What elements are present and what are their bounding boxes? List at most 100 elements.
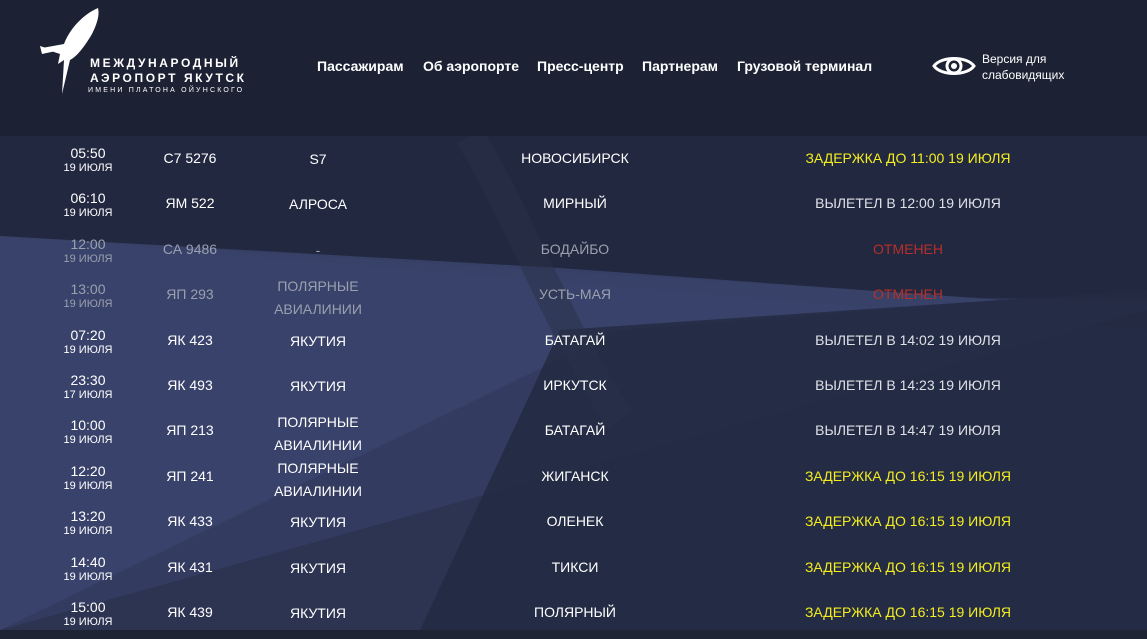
departure-time-cell: 14:40 19 ИЮЛЯ (48, 553, 128, 584)
departure-time-cell: 15:00 19 ИЮЛЯ (48, 598, 128, 629)
departure-date: 19 ИЮЛЯ (63, 616, 113, 628)
departures-table: 05:50 19 ИЮЛЯ С7 5276 S7 НОВОСИБИРСК ЗАДЕРЖКА… (0, 136, 1147, 630)
departure-time: 06:10 (70, 190, 106, 207)
airline-name-line: ПОЛЯРНЫЕ (277, 278, 359, 295)
departure-date: 19 ИЮЛЯ (63, 525, 113, 538)
flight-number: СА 9486 (162, 240, 218, 257)
departure-time: 13:20 (70, 508, 106, 525)
flight-status: ЗАДЕРЖКА ДО 16:15 19 ИЮЛЯ (804, 604, 1012, 620)
airline-name: ПОЛЯРНЫЕ АВИАЛИНИИ (238, 411, 398, 457)
flight-row[interactable]: 14:40 19 ИЮЛЯ ЯК 431 ЯКУТИЯ ТИКСИ ЗАДЕРЖКА ДО… (0, 549, 1147, 594)
flight-status: ОТМЕНЕН (873, 286, 943, 303)
departure-date: 19 ИЮЛЯ (63, 207, 113, 220)
airline-name-line: ЯКУТИЯ (289, 378, 347, 394)
accessibility-label-line2: слабовидящих (982, 68, 1065, 82)
airline-name-line: АЛРОСА (289, 196, 347, 213)
destination: ПОЛЯРНЫЙ (534, 604, 616, 620)
airport-logo[interactable]: МЕЖДУНАРОДНЫЙ АЭРОПОРТ ЯКУТСК ИМЕНИ ПЛАТ… (38, 4, 288, 104)
destination: ОЛЕНЕК (546, 513, 604, 530)
departure-time: 10:00 (70, 417, 106, 434)
departure-date: 19 ИЮЛЯ (63, 162, 113, 174)
logo-subtitle: ИМЕНИ ПЛАТОНА ОЙУНСКОГО (88, 87, 245, 94)
departure-time: 12:20 (70, 462, 106, 479)
airline-name-line: ЯКУТИЯ (289, 605, 347, 621)
flight-row[interactable]: 23:30 17 ИЮЛЯ ЯК 493 ЯКУТИЯ ИРКУТСК ВЫЛЕТЕЛ В… (0, 367, 1147, 412)
destination: УСТЬ-МАЯ (538, 286, 612, 303)
flight-status: ЗАДЕРЖКА ДО 11:00 19 ИЮЛЯ (805, 150, 1011, 166)
airline-name-line: ЯКУТИЯ (289, 332, 347, 349)
flight-number: ЯМ 522 (165, 195, 215, 212)
flight-row[interactable]: 12:00 19 ИЮЛЯ СА 9486 - БОДАЙБО ОТМЕНЕН (0, 231, 1147, 276)
airline-name: АЛРОСА (238, 195, 398, 213)
flight-status: ВЫЛЕТЕЛ В 14:02 19 ИЮЛЯ (815, 331, 1001, 348)
destination: БАТАГАЙ (544, 422, 606, 439)
flight-status: ВЫЛЕТЕЛ В 14:23 19 ИЮЛЯ (815, 377, 1001, 393)
flight-row[interactable]: 13:20 19 ИЮЛЯ ЯК 433 ЯКУТИЯ ОЛЕНЕК ЗАДЕРЖКА Д… (0, 503, 1147, 548)
airline-name-line: ЯКУТИЯ (289, 514, 347, 531)
flight-row[interactable]: 15:00 19 ИЮЛЯ ЯК 439 ЯКУТИЯ ПОЛЯРНЫЙ ЗАДЕРЖКА… (0, 594, 1147, 639)
flight-number: С7 5276 (163, 150, 217, 166)
eye-icon (932, 57, 976, 75)
accessibility-label: Версия для слабовидящих (982, 51, 1092, 83)
destination: ЖИГАНСК (541, 467, 609, 484)
logo-title-line1: МЕЖДУНАРОДНЫЙ (90, 56, 241, 70)
flight-row[interactable]: 05:50 19 ИЮЛЯ С7 5276 S7 НОВОСИБИРСК ЗАДЕРЖКА… (0, 140, 1147, 185)
departure-time-cell: 23:30 17 ИЮЛЯ (48, 371, 128, 402)
flight-number: ЯК 433 (167, 513, 213, 530)
airline-name-line: S7 (309, 151, 327, 167)
destination: БОДАЙБО (540, 240, 610, 257)
nav-item-partners[interactable]: Партнерам (642, 58, 718, 74)
airline-name-line: ПОЛЯРНЫЕ (277, 414, 359, 431)
nav-item-about[interactable]: Об аэропорте (423, 58, 519, 74)
destination: МИРНЫЙ (543, 195, 607, 212)
departure-time: 14:40 (70, 553, 106, 570)
flight-number: ЯК 493 (167, 377, 213, 393)
airline-name: ЯКУТИЯ (238, 377, 398, 395)
flight-status: ЗАДЕРЖКА ДО 16:15 19 ИЮЛЯ (804, 467, 1012, 484)
site-header: МЕЖДУНАРОДНЫЙ АЭРОПОРТ ЯКУТСК ИМЕНИ ПЛАТ… (0, 0, 1147, 136)
nav-item-cargo[interactable]: Грузовой терминал (737, 58, 872, 74)
flight-status: ЗАДЕРЖКА ДО 16:15 19 ИЮЛЯ (804, 558, 1012, 575)
flight-number: ЯК 431 (167, 558, 213, 575)
flight-row[interactable]: 10:00 19 ИЮЛЯ ЯП 213 ПОЛЯРНЫЕ АВИАЛИНИИ БАТАГ… (0, 412, 1147, 457)
departure-time-cell: 07:20 19 ИЮЛЯ (48, 326, 128, 357)
bird-logo-icon (40, 8, 99, 94)
destination: ИРКУТСК (543, 377, 607, 393)
destination: ТИКСИ (551, 558, 599, 575)
airline-name: ЯКУТИЯ (238, 332, 398, 350)
airline-name: ПОЛЯРНЫЕ АВИАЛИНИИ (238, 457, 398, 503)
departure-date: 19 ИЮЛЯ (63, 343, 113, 356)
departure-date: 19 ИЮЛЯ (63, 252, 113, 265)
nav-item-press[interactable]: Пресс-центр (537, 58, 624, 74)
departure-time-cell: 13:00 19 ИЮЛЯ (48, 280, 128, 311)
departure-time: 05:50 (70, 145, 106, 161)
flight-number: ЯК 439 (167, 604, 213, 620)
flight-number: ЯП 213 (166, 422, 214, 439)
airline-name: ЯКУТИЯ (238, 513, 398, 531)
airline-name: S7 (238, 150, 398, 168)
airline-name: - (238, 241, 398, 259)
accessibility-label-line1: Версия для (982, 52, 1047, 66)
departure-time: 13:00 (70, 281, 106, 298)
flight-row[interactable]: 06:10 19 ИЮЛЯ ЯМ 522 АЛРОСА МИРНЫЙ ВЫЛЕТЕЛ В … (0, 185, 1147, 230)
airline-name-line: ПОЛЯРНЫЕ (277, 459, 359, 476)
airline-name-line: АВИАЛИНИИ (274, 482, 362, 499)
departure-time-cell: 12:00 19 ИЮЛЯ (48, 235, 128, 266)
flight-row[interactable]: 12:20 19 ИЮЛЯ ЯП 241 ПОЛЯРНЫЕ АВИАЛИНИИ ЖИГАН… (0, 458, 1147, 503)
airline-name-line: АВИАЛИНИИ (274, 301, 362, 318)
departure-date: 19 ИЮЛЯ (63, 298, 113, 311)
departure-time-cell: 10:00 19 ИЮЛЯ (48, 416, 128, 447)
airline-name-line: ЯКУТИЯ (289, 559, 347, 576)
departure-time-cell: 06:10 19 ИЮЛЯ (48, 189, 128, 220)
nav-item-passengers[interactable]: Пассажирам (317, 58, 404, 74)
flight-number: ЯП 241 (166, 467, 214, 484)
flight-row[interactable]: 07:20 19 ИЮЛЯ ЯК 423 ЯКУТИЯ БАТАГАЙ ВЫЛЕТЕЛ В… (0, 322, 1147, 367)
departure-date: 19 ИЮЛЯ (63, 479, 113, 492)
departure-date: 19 ИЮЛЯ (63, 570, 113, 583)
accessibility-toggle[interactable]: Версия для слабовидящих (932, 50, 1092, 86)
flight-row[interactable]: 13:00 19 ИЮЛЯ ЯП 293 ПОЛЯРНЫЕ АВИАЛИНИИ УСТЬ-… (0, 276, 1147, 321)
destination: НОВОСИБИРСК (521, 150, 629, 166)
departure-time-cell: 05:50 19 ИЮЛЯ (48, 144, 128, 175)
destination: БАТАГАЙ (544, 331, 606, 348)
departure-date: 17 ИЮЛЯ (63, 389, 113, 401)
